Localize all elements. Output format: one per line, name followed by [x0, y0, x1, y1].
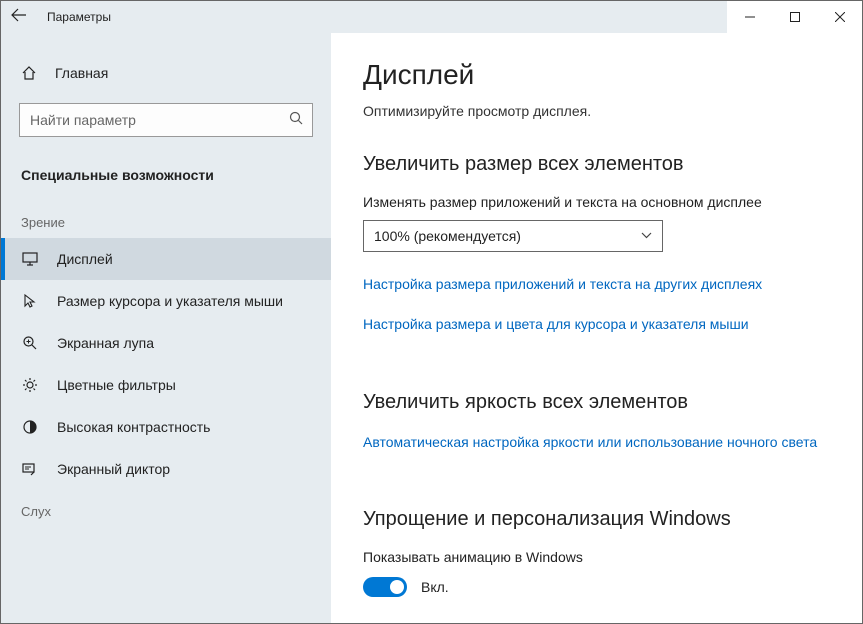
- narrator-icon: [21, 460, 39, 478]
- sidebar: Главная Специальные возможности Зрение Д…: [1, 33, 331, 623]
- magnifier-icon: [21, 334, 39, 352]
- window-controls: [727, 1, 862, 33]
- nav-label: Цветные фильтры: [57, 377, 176, 393]
- nav-label: Экранный диктор: [57, 461, 170, 477]
- nav-label: Дисплей: [57, 251, 113, 267]
- contrast-icon: [21, 418, 39, 436]
- category-title: Специальные возможности: [1, 157, 331, 201]
- minimize-button[interactable]: [727, 1, 772, 33]
- nav-item-cursor[interactable]: Размер курсора и указателя мыши: [1, 280, 331, 322]
- monitor-icon: [21, 250, 39, 268]
- animations-toggle[interactable]: [363, 577, 407, 597]
- animations-label: Показывать анимацию в Windows: [363, 549, 830, 565]
- home-label: Главная: [55, 65, 108, 81]
- group-hearing: Слух: [1, 490, 331, 527]
- section-scale-heading: Увеличить размер всех элементов: [363, 153, 830, 176]
- nav-label: Размер курсора и указателя мыши: [57, 293, 283, 309]
- home-icon: [21, 65, 37, 81]
- content-pane: Дисплей Оптимизируйте просмотр дисплея. …: [331, 33, 862, 623]
- titlebar: Параметры: [1, 1, 862, 33]
- close-button[interactable]: [817, 1, 862, 33]
- search-icon: [289, 111, 303, 128]
- animations-toggle-row: Вкл.: [363, 577, 830, 597]
- nav-item-display[interactable]: Дисплей: [1, 238, 331, 280]
- section-brightness-heading: Увеличить яркость всех элементов: [363, 391, 830, 414]
- search-input[interactable]: [19, 103, 313, 137]
- home-nav[interactable]: Главная: [1, 55, 331, 91]
- window-body: Главная Специальные возможности Зрение Д…: [1, 33, 862, 623]
- maximize-button[interactable]: [772, 1, 817, 33]
- link-scale-other-displays[interactable]: Настройка размера приложений и текста на…: [363, 274, 830, 294]
- dropdown-value: 100% (рекомендуется): [374, 228, 521, 244]
- nav-label: Высокая контрастность: [57, 419, 210, 435]
- nav-label: Экранная лупа: [57, 335, 154, 351]
- cursor-icon: [21, 292, 39, 310]
- page-subtitle: Оптимизируйте просмотр дисплея.: [363, 103, 830, 119]
- nav-item-high-contrast[interactable]: Высокая контрастность: [1, 406, 331, 448]
- brightness-icon: [21, 376, 39, 394]
- toggle-state-label: Вкл.: [421, 579, 449, 595]
- page-title: Дисплей: [363, 59, 830, 91]
- back-button[interactable]: [11, 8, 27, 27]
- link-night-light[interactable]: Автоматическая настройка яркости или исп…: [363, 432, 830, 452]
- section-simplify-heading: Упрощение и персонализация Windows: [363, 508, 830, 531]
- nav-item-narrator[interactable]: Экранный диктор: [1, 448, 331, 490]
- scale-label: Изменять размер приложений и текста на о…: [363, 194, 830, 210]
- scale-dropdown[interactable]: 100% (рекомендуется): [363, 220, 663, 252]
- settings-window: Параметры Главная Специальные возмо: [0, 0, 863, 624]
- window-title: Параметры: [47, 10, 111, 24]
- nav-item-color-filters[interactable]: Цветные фильтры: [1, 364, 331, 406]
- group-vision: Зрение: [1, 201, 331, 238]
- link-cursor-settings[interactable]: Настройка размера и цвета для курсора и …: [363, 314, 830, 334]
- nav-item-magnifier[interactable]: Экранная лупа: [1, 322, 331, 364]
- chevron-down-icon: [641, 230, 652, 242]
- search-container: [19, 103, 313, 137]
